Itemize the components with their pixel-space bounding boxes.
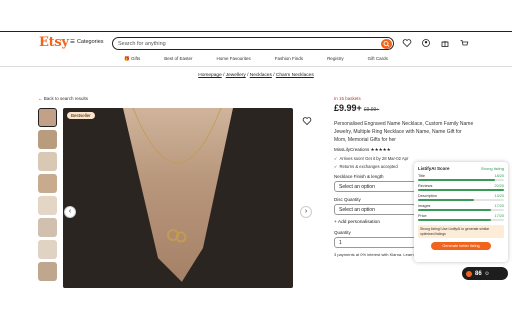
top-bar (0, 0, 512, 31)
gift-icon[interactable] (440, 38, 450, 48)
metric-bar-fill (418, 179, 496, 181)
metric-bar (418, 199, 504, 201)
metric-bar (418, 189, 504, 191)
heart-icon[interactable] (402, 38, 412, 48)
settings-icon[interactable]: ⚙ (485, 271, 489, 277)
score-value: 86 (475, 270, 482, 277)
metric-score: 17/20 (494, 214, 504, 218)
nav-divider (0, 66, 512, 67)
etsy-logo[interactable]: Etsy (39, 35, 69, 50)
metric-name: Title (418, 174, 426, 178)
finish-select[interactable]: Select an option (334, 181, 424, 192)
metric-row: Images 17/20 (418, 204, 504, 211)
menu-icon: ☰ (70, 39, 75, 45)
metric-score: 18/20 (494, 174, 504, 178)
search-icon (383, 41, 390, 47)
thumbnail[interactable] (38, 152, 57, 171)
thumbnail[interactable] (38, 108, 57, 127)
thumbnail[interactable] (38, 130, 57, 149)
crumb-homepage[interactable]: Homepage (198, 73, 221, 78)
thumbnail[interactable] (38, 240, 57, 259)
shop-name[interactable]: MissLilyCreations (334, 147, 369, 152)
nav-item-easter[interactable]: Best of Easter (164, 56, 192, 66)
old-price: £9.99+ (363, 107, 380, 113)
account-icon[interactable] (421, 38, 431, 48)
nav-item-fashion[interactable]: Fashion Finds (275, 56, 303, 66)
category-nav: 🎁 Gifts Best of Easter Home Favourites F… (0, 56, 512, 66)
bestseller-badge: Bestseller (67, 112, 95, 119)
search-button[interactable] (381, 39, 392, 49)
metric-row: Reviews 20/20 (418, 184, 504, 191)
prev-image-button[interactable]: ‹ (64, 206, 76, 218)
panel-tip: Strong listing! Use ListifyAI to generat… (418, 225, 504, 238)
favorite-heart-icon[interactable] (302, 116, 312, 126)
disc-select[interactable]: Select an option (334, 204, 424, 215)
crumb-charm[interactable]: Charm Necklaces (276, 73, 314, 78)
in-baskets-text: In 15 baskets (334, 96, 361, 101)
generate-listing-button[interactable]: Generate better listing (431, 242, 491, 250)
score-pill[interactable]: 86 ⚙ (462, 267, 508, 280)
crumb-jewellery[interactable]: Jewellery (226, 73, 246, 78)
nav-item-giftcards[interactable]: Gift Cards (368, 56, 388, 66)
thumbnail[interactable] (38, 218, 57, 237)
metric-score: 20/20 (494, 184, 504, 188)
metric-name: Price (418, 214, 427, 218)
search-placeholder: Search for anything (118, 40, 166, 47)
quantity-select[interactable]: 1 (334, 237, 424, 248)
back-to-results-link[interactable]: ← Back to search results (38, 96, 88, 101)
metric-name: Description (418, 194, 437, 198)
score-dot-icon (466, 270, 472, 277)
panel-level: Strong listing (480, 166, 504, 171)
metric-name: Images (418, 204, 431, 208)
metric-bar (418, 219, 504, 221)
search-input[interactable]: Search for anything (112, 37, 394, 50)
metric-score: 17/20 (494, 204, 504, 208)
nav-item-registry[interactable]: Registry (327, 56, 344, 66)
price: £9.99+ £9.99+ (334, 103, 474, 113)
check-icon: ✓ (334, 156, 338, 161)
thumbnail[interactable] (38, 262, 57, 281)
arrives-row: ✓ Arrives soon! Get it by 28 Mar-02 Apr (334, 156, 409, 161)
panel-header: ListifyAI Score Strong listing (418, 166, 504, 171)
nav-item-gifts[interactable]: 🎁 Gifts (124, 56, 140, 66)
metric-score: 13/20 (494, 194, 504, 198)
categories-label: Categories (76, 39, 104, 45)
thumbnail[interactable] (38, 174, 57, 193)
current-price: £9.99+ (334, 103, 362, 113)
metric-row: Description 13/20 (418, 194, 504, 201)
product-title: Personalised Engraved Name Necklace, Cus… (334, 121, 474, 143)
metric-list: Title 18/20 Reviews 20/20 Description 13/20 Im… (418, 174, 504, 221)
model-photo (63, 108, 293, 288)
metric-bar-fill (418, 219, 492, 221)
metric-row: Price 17/20 (418, 214, 504, 221)
rating-stars: ★★★★★ (370, 147, 391, 152)
metric-bar (418, 179, 504, 181)
site-header: Etsy ☰ Categories Search for anything (0, 32, 512, 56)
metric-name: Reviews (418, 184, 433, 188)
breadcrumb: Homepage / Jewellery / Necklaces / Charm… (198, 73, 314, 78)
metric-bar (418, 209, 504, 211)
nav-item-home[interactable]: Home Favourites (217, 56, 251, 66)
cart-icon[interactable] (459, 38, 469, 48)
categories-button[interactable]: ☰ Categories (70, 39, 104, 45)
metric-bar-fill (418, 199, 474, 201)
product-image: Bestseller (63, 108, 293, 288)
thumbnail[interactable] (38, 196, 57, 215)
metric-bar-fill (418, 209, 492, 211)
next-image-button[interactable]: › (300, 206, 312, 218)
metric-row: Title 18/20 (418, 174, 504, 181)
shop-row: MissLilyCreations ★★★★★ (334, 147, 474, 153)
panel-title: ListifyAI Score (418, 166, 450, 171)
metric-bar-fill (418, 189, 504, 191)
thumbnail-list (38, 108, 58, 284)
listify-score-panel: ListifyAI Score Strong listing Title 18/2… (414, 162, 508, 262)
crumb-necklaces[interactable]: Necklaces (250, 73, 272, 78)
check-icon: ✓ (334, 164, 338, 169)
